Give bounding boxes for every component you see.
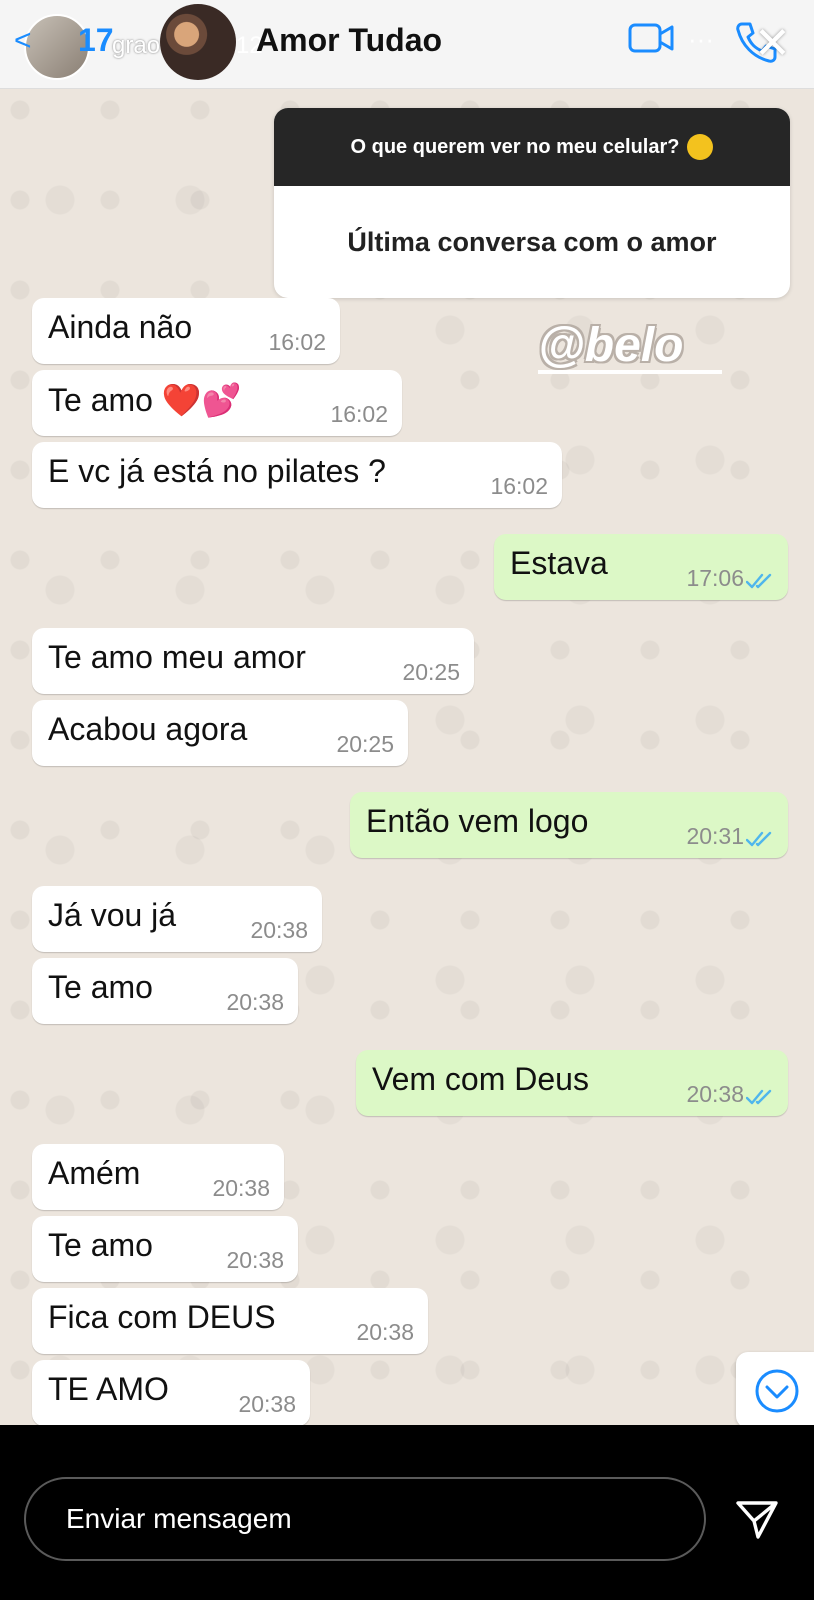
message-time: 20:25	[402, 659, 460, 685]
message-text: Ainda não	[48, 309, 193, 345]
message-text: Fica com DEUS	[48, 1299, 276, 1335]
message-text: Amém	[48, 1155, 141, 1191]
message-bubble[interactable]: Te amo meu amor 20:25	[32, 628, 474, 694]
send-icon[interactable]	[734, 1497, 780, 1543]
message-time: 20:38	[212, 1175, 270, 1201]
send-message-input[interactable]: Enviar mensagem	[24, 1477, 706, 1561]
message-text: Vem com Deus	[372, 1061, 589, 1097]
video-icon[interactable]	[628, 22, 674, 54]
message-bubble[interactable]: Te amo ❤️💕 16:02	[32, 370, 402, 436]
message-bubble[interactable]: TE AMO 20:38	[32, 1360, 310, 1425]
scroll-down-button[interactable]	[736, 1352, 814, 1425]
message-text: Já vou já	[48, 897, 177, 933]
contact-avatar[interactable]	[160, 4, 236, 80]
message-bubble[interactable]: Estava 17:06	[494, 534, 788, 600]
question-answer: Última conversa com o amor	[347, 226, 717, 257]
message-bubble[interactable]: Então vem logo 20:31	[350, 792, 788, 858]
shushing-face-icon	[687, 134, 714, 160]
mention-underline	[538, 370, 722, 374]
message-bubble[interactable]: Te amo 20:38	[32, 958, 298, 1024]
message-text: Acabou agora	[48, 711, 248, 747]
message-text: TE AMO	[48, 1371, 169, 1407]
double-check-icon	[746, 1089, 772, 1105]
question-header: O que querem ver no meu celular?	[274, 108, 790, 186]
message-time: 20:25	[336, 731, 394, 757]
message-time: 20:38	[226, 1247, 284, 1273]
message-time: 20:38	[238, 1391, 296, 1417]
message-text: Então vem logo	[366, 803, 589, 839]
message-time: 16:02	[268, 329, 326, 355]
message-time: 16:02	[330, 401, 388, 427]
contact-name[interactable]: Amor Tudao	[256, 22, 442, 59]
message-time: 16:02	[490, 473, 548, 499]
message-bubble[interactable]: Fica com DEUS 20:38	[32, 1288, 428, 1354]
back-arrow-icon[interactable]: <	[14, 26, 32, 56]
message-bubble[interactable]: Vem com Deus 20:38	[356, 1050, 788, 1116]
unread-count: 17	[78, 22, 114, 58]
message-text: Te amo meu amor	[48, 639, 306, 675]
chevron-down-icon	[755, 1369, 799, 1413]
chat-screenshot: < 17 grao​ficial 12 Amor Tudao ··· ✕ O q…	[0, 0, 814, 1425]
message-time: 17:06	[686, 565, 744, 591]
message-time: 20:38	[356, 1319, 414, 1345]
mention-sticker[interactable]: @belo	[538, 318, 683, 373]
send-message-placeholder: Enviar mensagem	[66, 1503, 292, 1534]
message-time: 20:31	[686, 823, 744, 849]
double-check-icon	[746, 573, 772, 589]
message-bubble[interactable]: Te amo 20:38	[32, 1216, 298, 1282]
message-text: Te amo ❤️💕	[48, 382, 242, 418]
message-text: E vc já está no pilates ?	[48, 453, 386, 489]
message-text: Estava	[510, 545, 608, 581]
message-bubble[interactable]: Já vou já 20:38	[32, 886, 322, 952]
message-bubble[interactable]: Ainda não 16:02	[32, 298, 340, 364]
more-options-icon[interactable]: ···	[688, 24, 714, 55]
question-sticker: O que querem ver no meu celular? Última …	[274, 108, 790, 298]
close-icon[interactable]: ✕	[754, 22, 791, 66]
question-text: O que querem ver no meu celular?	[350, 135, 680, 158]
double-check-icon	[746, 831, 772, 847]
message-text: Te amo	[48, 1227, 153, 1263]
message-time: 20:38	[226, 989, 284, 1015]
message-time: 20:38	[250, 917, 308, 943]
story-reply-bar: Enviar mensagem	[0, 1425, 814, 1600]
message-time: 20:38	[686, 1081, 744, 1107]
message-text: Te amo	[48, 969, 153, 1005]
chat-header: < 17 grao​ficial 12 Amor Tudao ··· ✕	[0, 0, 814, 89]
message-bubble[interactable]: E vc já está no pilates ? 16:02	[32, 442, 562, 508]
message-bubble[interactable]: Amém 20:38	[32, 1144, 284, 1210]
message-bubble[interactable]: Acabou agora 20:25	[32, 700, 408, 766]
